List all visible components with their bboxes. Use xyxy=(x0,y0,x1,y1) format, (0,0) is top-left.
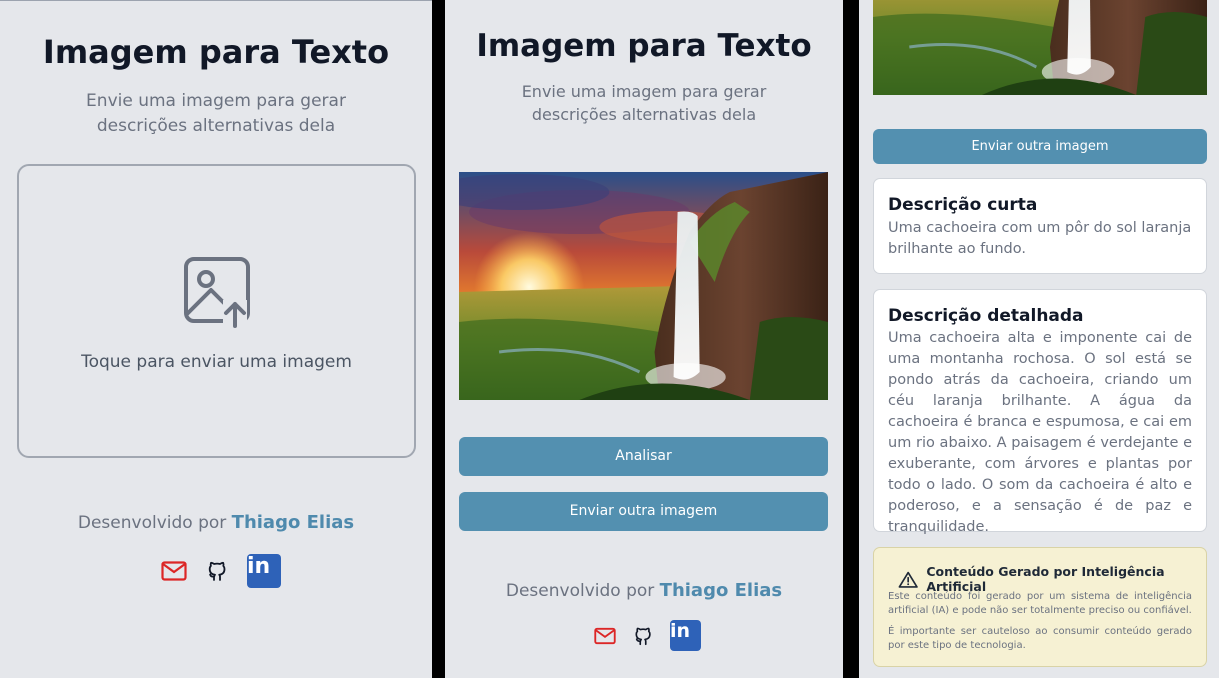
ai-notice: Conteúdo Gerado por Inteligência Artific… xyxy=(873,547,1207,667)
page-subtitle: Envie uma imagem para gerar descrições a… xyxy=(86,91,346,136)
detailed-description-text: Uma cachoeira alta e imponente cai de um… xyxy=(888,330,1192,535)
send-another-button[interactable]: Enviar outra imagem xyxy=(873,129,1207,164)
analyze-button[interactable]: Analisar xyxy=(459,437,828,476)
ai-notice-text-2: É importante ser cauteloso ao consumir c… xyxy=(888,626,1192,651)
page-title: Imagem para Texto xyxy=(476,28,812,64)
github-icon[interactable] xyxy=(205,559,229,583)
send-another-button[interactable]: Enviar outra imagem xyxy=(459,492,828,531)
detailed-description-card: Descrição detalhada Uma cachoeira alta e… xyxy=(873,289,1207,535)
mail-icon[interactable] xyxy=(161,561,187,581)
screen-upload: Imagem para Texto Envie uma imagem para … xyxy=(0,0,432,678)
author-link[interactable]: Thiago Elias xyxy=(660,580,782,601)
social-links: in xyxy=(161,554,281,588)
uploaded-image xyxy=(459,172,828,400)
author-link[interactable]: Thiago Elias xyxy=(232,512,354,533)
image-upload-icon xyxy=(184,257,250,328)
uploaded-image xyxy=(873,0,1207,95)
detailed-description-title: Descrição detalhada xyxy=(888,306,1084,326)
short-description-title: Descrição curta xyxy=(888,195,1038,215)
page-title: Imagem para Texto xyxy=(42,33,390,71)
footer-credit: Desenvolvido por Thiago Elias xyxy=(0,512,432,533)
waterfall-photo xyxy=(459,172,828,400)
upload-label: Toque para enviar uma imagem xyxy=(81,352,352,372)
short-description-card: Descrição curta Uma cachoeira com um pôr… xyxy=(873,178,1207,274)
footer-prefix: Desenvolvido por xyxy=(77,513,227,533)
waterfall-photo xyxy=(873,0,1207,95)
warning-icon xyxy=(898,571,918,588)
github-icon[interactable] xyxy=(632,625,654,647)
ai-notice-text-1: Este conteúdo foi gerado por um sistema … xyxy=(888,591,1192,616)
screen-results: Enviar outra imagem Descrição curta Uma … xyxy=(859,0,1219,678)
mail-icon[interactable] xyxy=(594,627,616,645)
footer-credit: Desenvolvido por Thiago Elias xyxy=(445,580,843,601)
screen-preview: Imagem para Texto Envie uma imagem para … xyxy=(445,0,843,678)
social-links: in xyxy=(594,620,701,651)
upload-dropzone[interactable]: Toque para enviar uma imagem xyxy=(17,164,416,458)
footer-prefix: Desenvolvido por xyxy=(505,581,655,601)
short-description-text: Uma cachoeira com um pôr do sol laranja … xyxy=(888,220,1192,257)
linkedin-icon[interactable]: in xyxy=(247,554,281,588)
page-subtitle: Envie uma imagem para gerar descrições a… xyxy=(521,82,767,124)
linkedin-icon[interactable]: in xyxy=(670,620,701,651)
